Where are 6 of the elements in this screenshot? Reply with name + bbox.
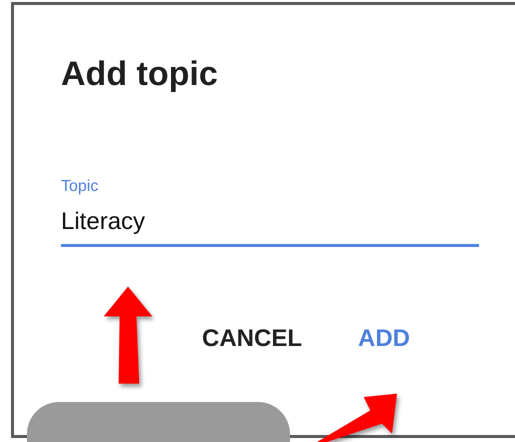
dialog-title: Add topic [61, 55, 219, 94]
field-label: Topic [61, 178, 100, 196]
topic-field[interactable]: Literacy [61, 196, 479, 247]
cancel-button[interactable]: CANCEL [194, 321, 310, 357]
arrow-icon [315, 392, 399, 442]
add-button[interactable]: ADD [350, 321, 418, 357]
